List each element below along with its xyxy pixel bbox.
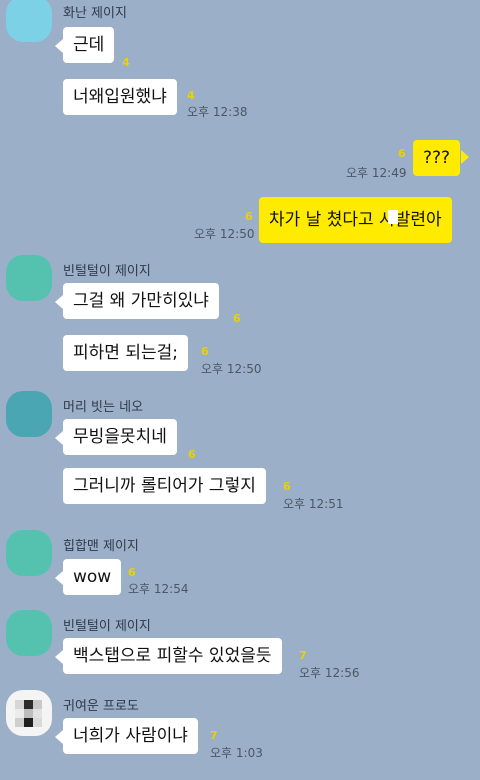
message-time: 오후 12:38	[187, 105, 248, 119]
sender-name: 힙합맨 제이지	[63, 539, 139, 554]
avatar-pixel	[15, 718, 24, 727]
avatar-pixel	[24, 709, 33, 718]
unread-count: 6	[398, 147, 406, 160]
message-time: 오후 12:50	[201, 362, 262, 376]
message-bubble[interactable]: 너희가 사람이냐	[63, 718, 198, 754]
sender-name: 빈털털이 제이지	[63, 619, 151, 634]
unread-count: 6	[283, 480, 291, 493]
avatar-pixel	[15, 709, 24, 718]
unread-count: 6	[201, 345, 209, 358]
message-time: 오후 1:03	[210, 746, 263, 760]
message-bubble[interactable]: ???	[413, 140, 461, 176]
sender-name: 귀여운 프로도	[63, 699, 139, 714]
message-time: 오후 12:51	[283, 497, 344, 511]
unread-count: 6	[233, 312, 241, 325]
sender-name: 머리 빗는 네오	[63, 400, 144, 415]
avatar[interactable]	[6, 690, 52, 736]
avatar-pixel	[33, 709, 42, 718]
unread-count: 4	[122, 56, 130, 69]
message-bubble[interactable]: 근데	[63, 27, 115, 63]
avatar[interactable]	[6, 530, 52, 576]
bubble-tail	[461, 150, 469, 164]
unread-count: 7	[299, 649, 307, 662]
bubble-tail	[55, 730, 63, 744]
avatar[interactable]	[6, 0, 52, 42]
bubble-tail	[55, 650, 63, 664]
message-bubble[interactable]: 피하면 되는걸;	[63, 335, 188, 371]
message-bubble[interactable]: 그걸 왜 가만히있냐	[63, 283, 219, 319]
bubble-tail	[55, 39, 63, 53]
message-time: 오후 12:54	[128, 582, 189, 596]
avatar-pixel	[33, 700, 42, 709]
message-time: 오후 12:49	[346, 166, 407, 180]
message-bubble[interactable]: 무빙을못치네	[63, 419, 177, 455]
bubble-tail	[55, 431, 63, 445]
bubble-tail	[55, 571, 63, 585]
message-bubble[interactable]: 그러니까 롤티어가 그렇지	[63, 468, 266, 504]
unread-count: 6	[188, 448, 196, 461]
avatar[interactable]	[6, 391, 52, 437]
sender-name: 빈털털이 제이지	[63, 264, 151, 279]
message-bubble[interactable]: 너왜입원했냐	[63, 79, 177, 115]
message-time: 오후 12:56	[299, 666, 360, 680]
message-bubble[interactable]: wow	[63, 559, 122, 595]
message-time: 오후 12:50	[194, 227, 255, 241]
unread-count: 6	[128, 566, 136, 579]
unread-count: 7	[210, 729, 218, 742]
avatar-pixel	[24, 700, 33, 709]
message-text: 차가 날 쳤다고 시발련아	[269, 210, 442, 230]
sender-name: 화난 제이지	[63, 6, 127, 21]
message-bubble[interactable]: 백스탭으로 피할수 있었을듯	[63, 638, 282, 674]
avatar[interactable]	[6, 610, 52, 656]
message-bubble[interactable]: 차가 날 쳤다고 시발련아	[259, 197, 452, 243]
censor-block	[388, 210, 398, 224]
avatar[interactable]	[6, 255, 52, 301]
bubble-tail	[55, 295, 63, 309]
avatar-pixel	[15, 700, 24, 709]
avatar-pixel	[24, 718, 33, 727]
avatar-pixel	[33, 718, 42, 727]
unread-count: 4	[187, 89, 195, 102]
unread-count: 6	[245, 210, 253, 223]
